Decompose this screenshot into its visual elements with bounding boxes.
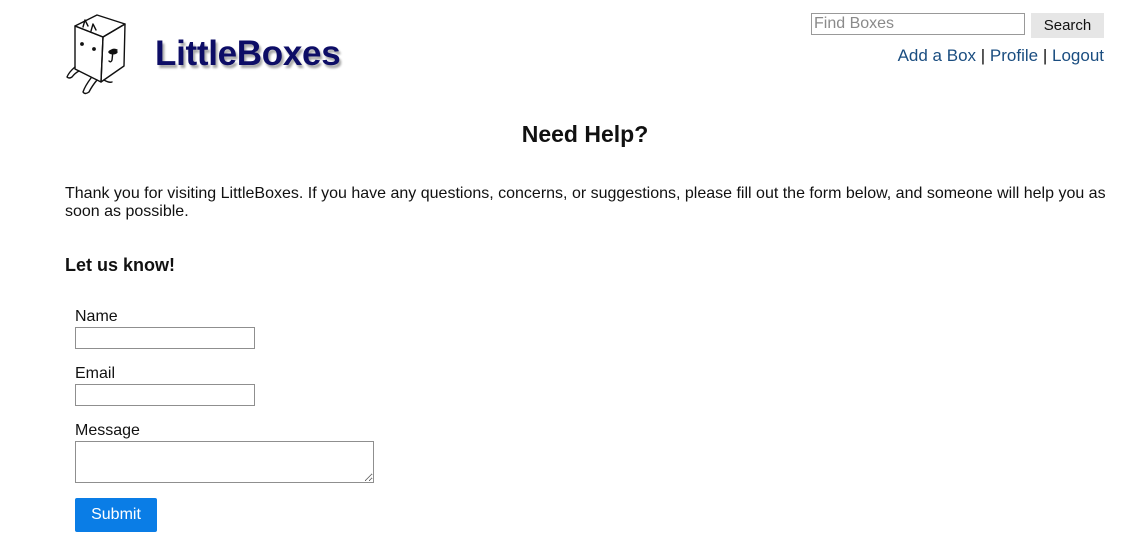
message-field[interactable]	[75, 441, 374, 483]
submit-button[interactable]: Submit	[75, 498, 157, 532]
search-button[interactable]: Search	[1031, 13, 1104, 38]
nav-separator: |	[1042, 46, 1048, 65]
logo-text: LittleBoxes	[155, 34, 341, 73]
email-label: Email	[75, 365, 116, 382]
box-mascot-icon	[66, 14, 126, 95]
add-box-link[interactable]: Add a Box	[898, 46, 976, 65]
logout-link[interactable]: Logout	[1052, 46, 1104, 65]
top-nav: Add a Box | Profile | Logout	[898, 46, 1104, 66]
search-input[interactable]	[811, 13, 1025, 35]
profile-link[interactable]: Profile	[990, 46, 1038, 65]
intro-text: Thank you for visiting LittleBoxes. If y…	[65, 185, 1106, 220]
name-field[interactable]	[75, 327, 255, 349]
page: LittleBoxes Search Add a Box | Profile |…	[0, 0, 1140, 555]
nav-separator: |	[980, 46, 986, 65]
page-title: Need Help?	[521, 121, 649, 147]
home-logo-link[interactable]: LittleBoxes	[63, 10, 353, 100]
email-field[interactable]	[75, 384, 255, 406]
name-label: Name	[75, 308, 118, 325]
message-label: Message	[75, 422, 140, 439]
form-heading: Let us know!	[65, 255, 176, 275]
